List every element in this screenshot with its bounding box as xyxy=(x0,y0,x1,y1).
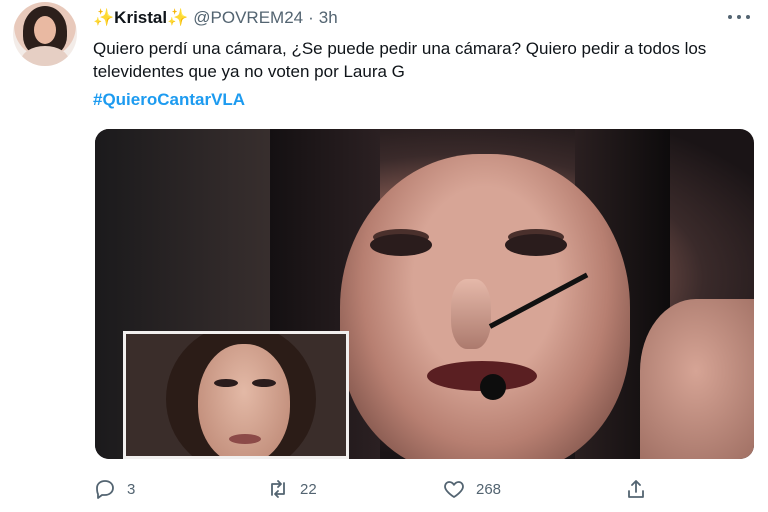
retweet-count: 22 xyxy=(300,480,317,498)
tweet-media-image[interactable] xyxy=(95,129,754,459)
headset-mic-icon xyxy=(480,374,506,400)
media-eye-right xyxy=(505,234,567,256)
retweet-icon xyxy=(271,480,285,498)
media-nose xyxy=(451,279,491,349)
share-button[interactable] xyxy=(624,472,648,506)
share-icon xyxy=(628,480,644,498)
inset-lips xyxy=(229,434,261,444)
reply-count: 3 xyxy=(127,480,136,498)
more-dot xyxy=(746,15,750,19)
retweet-button[interactable]: 22 xyxy=(266,472,317,506)
more-options-icon[interactable] xyxy=(728,8,750,26)
sparkle-icon: ✨ xyxy=(93,8,115,27)
author-name-text[interactable]: Kristal xyxy=(114,8,167,28)
tweet-header: ✨ Kristal ✨ @POVREM24 · 3h xyxy=(93,7,338,29)
media-inset-frame xyxy=(123,331,349,459)
like-count: 268 xyxy=(476,480,502,498)
media-eye-left xyxy=(370,234,432,256)
reply-icon xyxy=(96,480,114,499)
avatar-face xyxy=(34,16,56,44)
tweet-text: Quiero perdí una cámara, ¿Se puede pedir… xyxy=(93,39,707,81)
avatar[interactable] xyxy=(13,2,77,66)
sparkle-icon: ✨ xyxy=(167,8,189,27)
inset-eye-left xyxy=(214,379,238,387)
tweet-actions: 3 22 268 xyxy=(0,472,768,506)
hashtag-link[interactable]: #QuieroCantarVLA xyxy=(93,90,245,110)
heart-icon xyxy=(444,481,464,498)
author-handle[interactable]: @POVREM24 xyxy=(193,8,303,28)
more-dot xyxy=(737,15,741,19)
more-dot xyxy=(728,15,732,19)
inset-eye-right xyxy=(252,379,276,387)
author-name[interactable]: ✨ Kristal ✨ xyxy=(93,8,188,28)
reply-button[interactable]: 3 xyxy=(93,472,135,506)
tweet-timestamp[interactable]: 3h xyxy=(319,8,338,28)
like-button[interactable]: 268 xyxy=(442,472,501,506)
media-shoulder xyxy=(640,299,754,459)
separator-dot: · xyxy=(308,8,314,27)
